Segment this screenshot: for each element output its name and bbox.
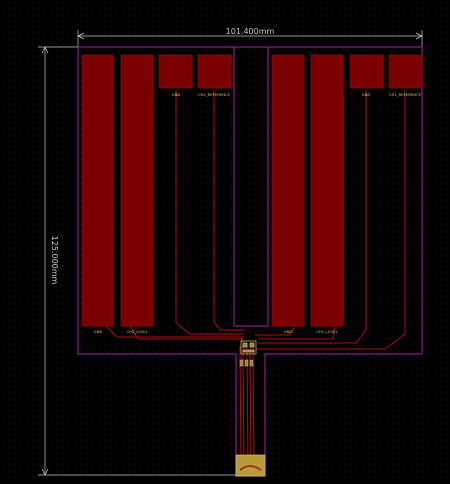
width-dimension-label: 101.400mm (226, 27, 275, 36)
gnd-left-pad[interactable] (81, 54, 114, 327)
ch1-reference-pad[interactable] (388, 54, 423, 89)
gnd-right-label: GND (284, 329, 293, 334)
small-component[interactable] (239, 359, 254, 367)
height-dimension-label: 125.000mm (50, 236, 59, 285)
gnd-small-right-pad[interactable] (349, 54, 384, 89)
gnd-small-left-label: GND (172, 92, 181, 97)
ch2-reference-pad[interactable] (197, 54, 232, 89)
gnd-small-left-pad[interactable] (158, 54, 193, 89)
ch1-level-label: CH1_LEVEL (316, 329, 338, 334)
ch1-level-pad[interactable] (310, 54, 344, 327)
gnd-small-right-label: GND (362, 92, 371, 97)
ch1-reference-label: CH1_REFERENCE (389, 92, 422, 97)
bottom-connector[interactable] (235, 454, 266, 477)
gnd-left-label: GND (94, 329, 103, 334)
pcb-canvas[interactable]: 101.400mm 125.000mm GND CH2_LEVEL GND CH… (0, 0, 450, 480)
pcb-layout: 101.400mm 125.000mm GND CH2_LEVEL GND CH… (38, 27, 423, 477)
gnd-right-pad[interactable] (271, 54, 305, 327)
ch2-level-label: CH2_LEVEL (126, 329, 148, 334)
ch2-level-pad[interactable] (120, 54, 154, 327)
ch2-reference-label: CH2_REFERENCE (198, 92, 231, 97)
